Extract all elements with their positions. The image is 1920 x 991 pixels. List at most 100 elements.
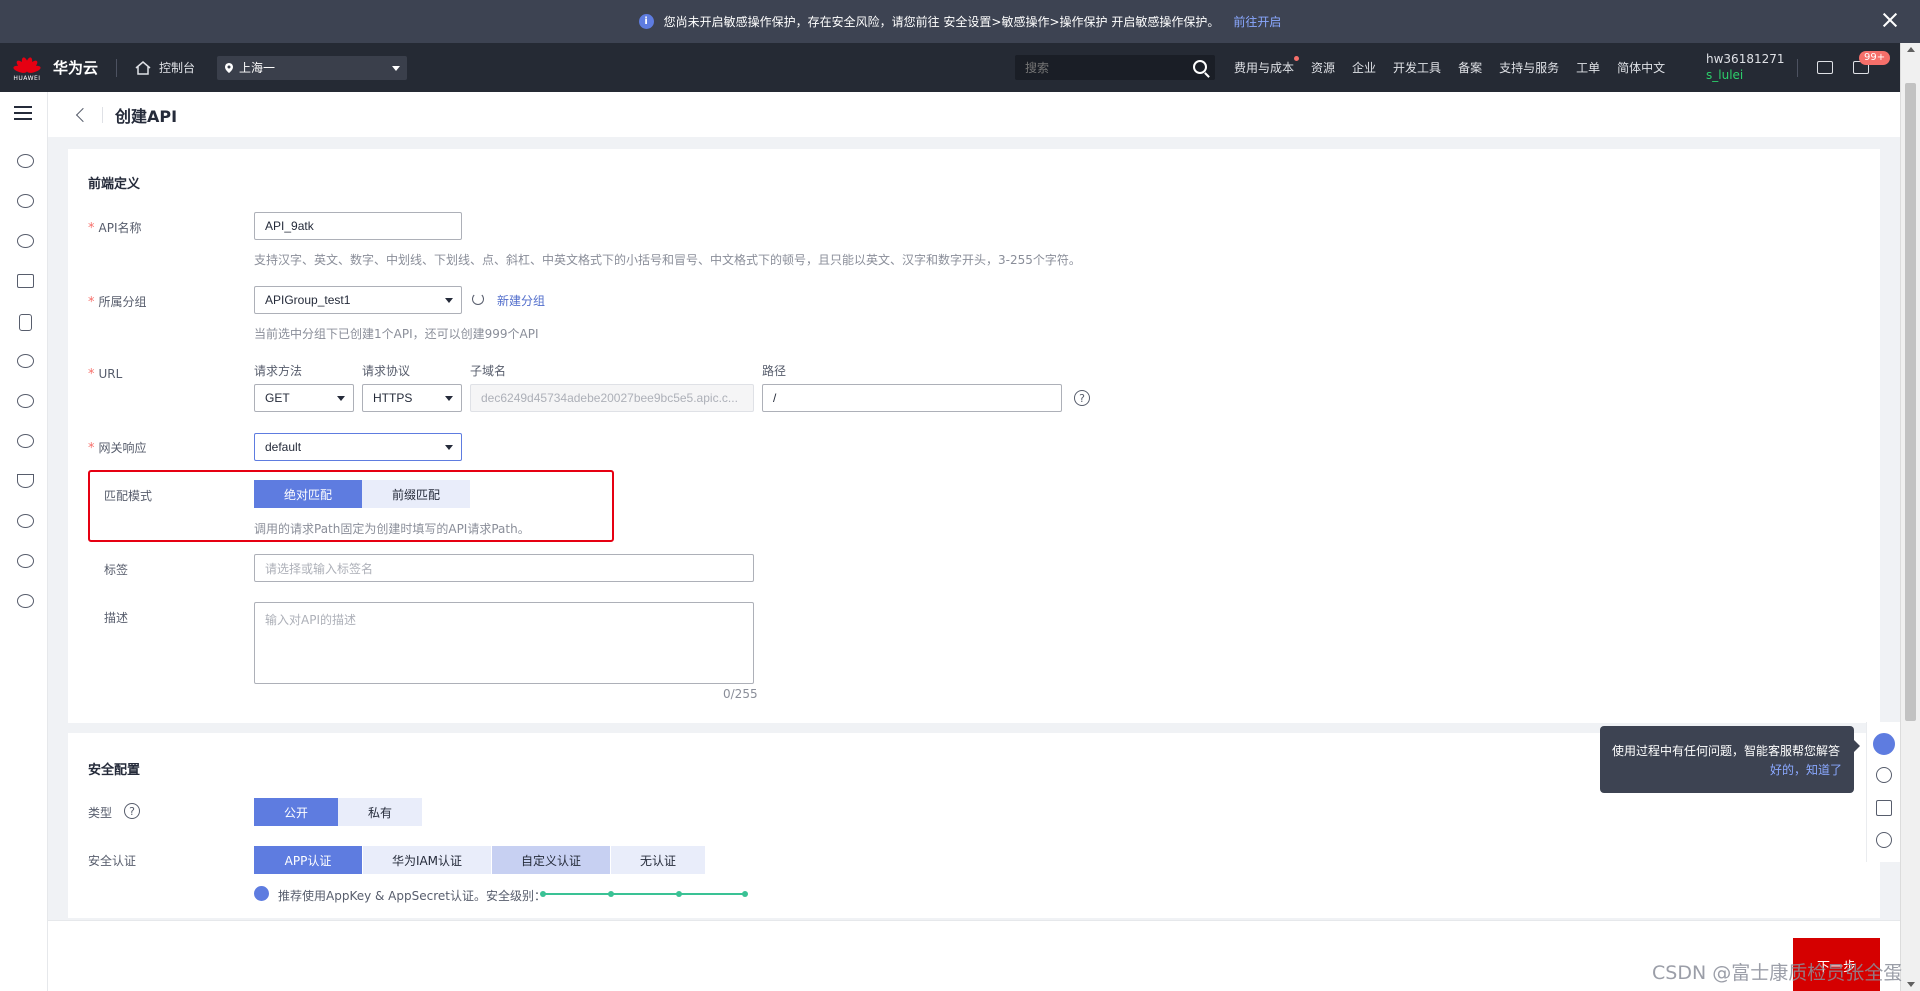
group-select-value: APIGroup_test1: [265, 293, 351, 307]
notification-dot: [1294, 56, 1300, 61]
help-circle-icon[interactable]: [1876, 767, 1892, 783]
huawei-logo[interactable]: HUAWEI: [12, 54, 42, 82]
url-label-text: URL: [98, 367, 123, 381]
auth-none-button[interactable]: 无认证: [611, 846, 705, 874]
type-public-button[interactable]: 公开: [254, 798, 338, 826]
new-group-link[interactable]: 新建分组: [497, 292, 545, 309]
method-label: 请求方法: [254, 364, 303, 378]
chevron-down-icon: [337, 396, 345, 401]
level-point: [742, 891, 748, 897]
refresh-icon[interactable]: [472, 293, 484, 305]
nav-link-enterprise[interactable]: 企业: [1352, 59, 1376, 76]
protocol-label: 请求协议: [362, 364, 411, 378]
cloud-icon[interactable]: [17, 354, 34, 368]
protocol-select[interactable]: HTTPS: [362, 384, 462, 412]
nav-link-resources[interactable]: 资源: [1311, 59, 1335, 76]
scroll-down-icon[interactable]: [1907, 982, 1915, 987]
security-level-bar: [540, 891, 748, 897]
bridge-icon[interactable]: [17, 274, 34, 288]
type-private-button[interactable]: 私有: [338, 798, 422, 826]
notice-enable-link[interactable]: 前往开启: [1233, 13, 1281, 30]
floating-toolbar: [1866, 722, 1900, 862]
subdomain-field: dec6249d45734adebe20027bee9bc5e5.apic.c.…: [470, 384, 754, 412]
close-icon[interactable]: [1880, 10, 1900, 30]
customer-service-icon[interactable]: [1873, 733, 1895, 755]
feedback-icon[interactable]: [1876, 800, 1892, 816]
chevron-down-icon: [392, 65, 401, 71]
frontend-definition-card: 前端定义 * API名称 API_9atk 支持汉字、英文、数字、中划线、下划线、…: [68, 149, 1880, 723]
nav-link-support[interactable]: 支持与服务: [1499, 59, 1559, 76]
auth-custom-button[interactable]: 自定义认证: [492, 846, 610, 874]
cluster-icon[interactable]: [17, 554, 34, 568]
region-select[interactable]: 上海一: [217, 55, 408, 80]
cloud-network-icon[interactable]: [17, 194, 34, 208]
tags-input[interactable]: 请选择或输入标签名: [254, 554, 754, 582]
global-search[interactable]: [1015, 55, 1215, 80]
home-icon: [135, 60, 151, 75]
gateway-response-label-text: 网关响应: [98, 441, 147, 455]
user-name: hw36181271: [1706, 52, 1785, 66]
thumbs-up-icon: [254, 886, 269, 901]
nav-link-tickets[interactable]: 工单: [1576, 59, 1600, 76]
subdomain-label: 子域名: [470, 364, 507, 378]
terminal-icon[interactable]: [1817, 61, 1833, 74]
nav-link-billing[interactable]: 费用与成本: [1234, 56, 1300, 76]
nav-link-filing[interactable]: 备案: [1458, 59, 1482, 76]
user-menu[interactable]: hw36181271 s_lulei: [1706, 51, 1785, 83]
anchor-icon[interactable]: [17, 474, 34, 488]
search-input[interactable]: [1025, 60, 1175, 75]
globe-icon[interactable]: [17, 594, 34, 608]
level-point: [540, 891, 546, 897]
gateway-response-select[interactable]: default: [254, 433, 462, 461]
header-divider: [102, 106, 103, 123]
section-title-security: 安全配置: [88, 763, 141, 778]
help-icon[interactable]: ?: [1074, 390, 1090, 406]
group-label-text: 所属分组: [98, 295, 147, 309]
scrollbar-thumb[interactable]: [1905, 83, 1916, 721]
console-link[interactable]: 控制台: [135, 59, 195, 76]
top-nav: HUAWEI 华为云 控制台 上海一 费用与成本 资源 企业 开发工具 备案 支…: [0, 43, 1900, 92]
url-label: * URL: [88, 367, 122, 382]
match-mode-highlight-box: [88, 470, 614, 542]
type-label: 类型: [88, 806, 113, 820]
description-counter: 0/255: [723, 687, 758, 701]
nav-link-language[interactable]: 简体中文: [1617, 59, 1665, 76]
help-icon[interactable]: ?: [124, 803, 140, 819]
page-scrollbar[interactable]: [1900, 43, 1920, 991]
nav-link-devtools[interactable]: 开发工具: [1393, 59, 1441, 76]
user-sub-account: s_lulei: [1706, 68, 1744, 82]
api-name-input[interactable]: API_9atk: [254, 212, 462, 240]
cloud-storage-icon[interactable]: [17, 234, 34, 248]
method-select[interactable]: GET: [254, 384, 354, 412]
auth-app-button[interactable]: APP认证: [254, 846, 362, 874]
path-input[interactable]: /: [762, 384, 1062, 412]
nav-link-billing-label: 费用与成本: [1234, 61, 1295, 75]
description-label: 描述: [104, 611, 129, 625]
assistant-ok-link[interactable]: 好的，知道了: [1612, 761, 1842, 778]
cloud-data-icon[interactable]: [17, 434, 34, 448]
menu-icon[interactable]: [14, 106, 32, 120]
gateway-response-label: * 网关响应: [88, 439, 147, 456]
group-select[interactable]: APIGroup_test1: [254, 286, 462, 314]
brand-name[interactable]: 华为云: [53, 57, 98, 78]
device-icon[interactable]: [19, 314, 32, 331]
scroll-up-icon[interactable]: [1907, 47, 1915, 52]
api-icon[interactable]: [17, 514, 34, 528]
cloud-upload-icon[interactable]: [17, 394, 34, 408]
smile-icon[interactable]: [1876, 832, 1892, 848]
auth-hint: 推荐使用AppKey & AppSecret认证。安全级别：: [278, 889, 546, 903]
chevron-down-icon: [445, 298, 453, 303]
description-textarea[interactable]: 输入对API的描述: [254, 602, 754, 684]
console-label: 控制台: [159, 61, 196, 75]
search-icon[interactable]: [1193, 60, 1207, 74]
tags-label: 标签: [104, 563, 129, 577]
cloud-service-icon[interactable]: [17, 154, 34, 168]
nav-links: 费用与成本 资源 企业 开发工具 备案 支持与服务 工单 简体中文: [1234, 43, 1682, 92]
location-pin-icon: [225, 62, 234, 73]
back-arrow-icon[interactable]: [75, 107, 91, 122]
level-point: [676, 891, 682, 897]
service-sidebar: [0, 92, 48, 991]
nav-divider: [116, 58, 118, 77]
gateway-response-value: default: [265, 440, 302, 454]
auth-iam-button[interactable]: 华为IAM认证: [363, 846, 491, 874]
